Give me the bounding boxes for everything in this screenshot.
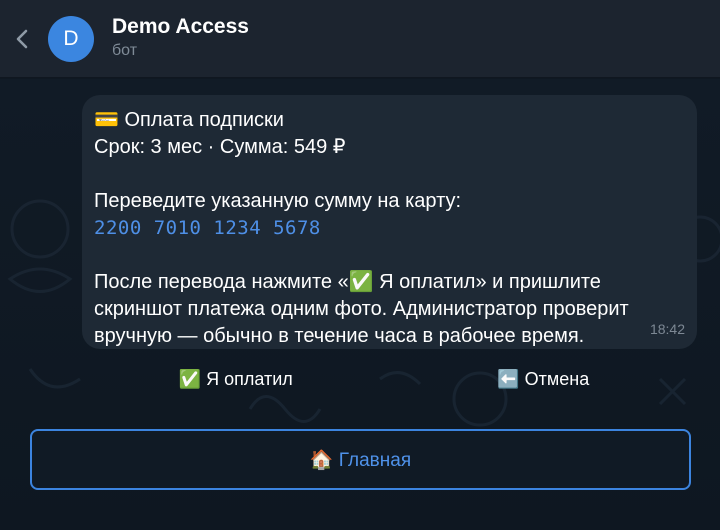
message-time: 18:42 bbox=[649, 321, 685, 337]
chevron-left-icon bbox=[16, 29, 28, 48]
chat-header: D Demo Access бот bbox=[0, 0, 720, 78]
inline-keyboard: ✅ Я оплатил ⬅️ Отмена bbox=[82, 356, 697, 402]
card-number-link[interactable]: 2200 7010 1234 5678 bbox=[94, 215, 683, 242]
message-text-line: вручную — обычно в течение часа в рабоче… bbox=[94, 325, 585, 347]
chat-title: Demo Access bbox=[112, 15, 249, 38]
chat-subtitle: бот bbox=[112, 42, 138, 59]
cancel-button[interactable]: ⬅️ Отмена bbox=[390, 356, 698, 402]
paid-button[interactable]: ✅ Я оплатил bbox=[82, 356, 390, 402]
avatar[interactable]: D bbox=[48, 15, 94, 62]
chat-background: 💳 Оплата подписки Срок: 3 мес · Сумма: 5… bbox=[0, 79, 720, 530]
message-instruction: Переведите указанную сумму на карту: bbox=[94, 190, 462, 212]
main-menu-button[interactable]: 🏠 Главная bbox=[30, 429, 691, 490]
chat-title-block[interactable]: Demo Access бот bbox=[112, 15, 249, 62]
message-term-sum: Срок: 3 мес · Сумма: 549 ₽ bbox=[94, 136, 346, 158]
message-text-line: скриншот платежа одним фото. Администрат… bbox=[94, 298, 629, 320]
back-button[interactable] bbox=[2, 0, 42, 78]
message-text-line: После перевода нажмите «✅ Я оплатил» и п… bbox=[94, 271, 601, 293]
message-bubble: 💳 Оплата подписки Срок: 3 мес · Сумма: 5… bbox=[82, 95, 697, 349]
message-heading: 💳 Оплата подписки bbox=[94, 109, 284, 131]
